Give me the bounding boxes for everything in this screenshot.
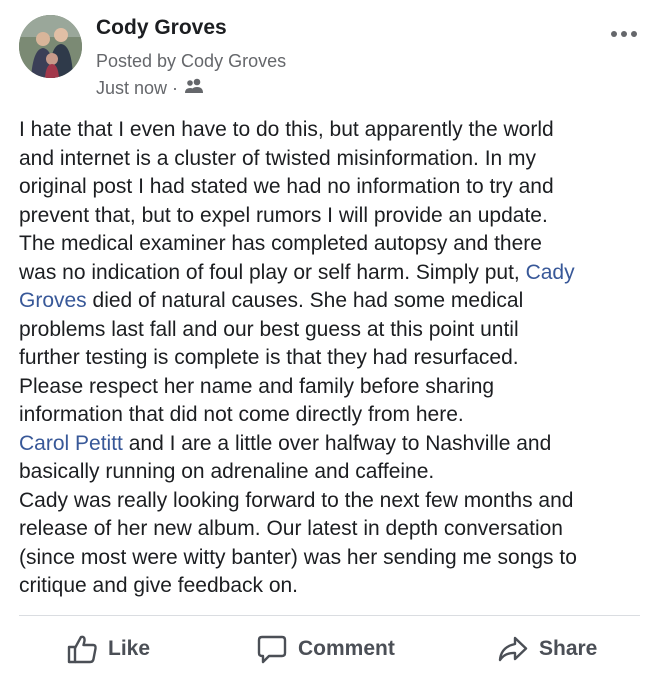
share-arrow-icon (498, 636, 528, 662)
post-body: I hate that I even have to do this, but … (19, 116, 649, 601)
body-line: Carol Petitt and I are a little over hal… (19, 430, 649, 459)
comment-button[interactable]: Comment (256, 632, 395, 666)
share-button[interactable]: Share (497, 632, 597, 666)
mention-cady-groves[interactable]: Cady (526, 261, 575, 284)
separator-dot: · (172, 78, 179, 98)
like-button[interactable]: Like (66, 632, 150, 666)
body-line: Groves died of natural causes. She had s… (19, 287, 649, 316)
avatar[interactable] (19, 15, 82, 78)
comment-label: Comment (298, 637, 395, 660)
posted-by-label: Posted by Cody Groves (96, 51, 287, 71)
thumbs-up-icon (67, 635, 97, 664)
body-line: Cady was really looking forward to the n… (19, 488, 574, 512)
body-line: problems last fall and our best guess at… (19, 317, 519, 341)
friends-group-icon[interactable] (184, 78, 204, 99)
comment-bubble-icon (257, 635, 287, 664)
body-line: original post I had stated we had no inf… (19, 175, 554, 198)
author-name[interactable]: Cody Groves (96, 16, 227, 40)
body-line: basically running on adrenaline and caff… (19, 460, 435, 483)
timestamp[interactable]: Just now (96, 78, 167, 99)
body-line: further testing is complete is that they… (19, 346, 519, 369)
body-line: Please respect her name and family befor… (19, 374, 495, 398)
body-line: I hate that I even have to do this, but … (19, 118, 554, 141)
post-actions-bar: Like Comment Share (0, 616, 659, 680)
mention-cady-groves-cont[interactable]: Groves (19, 289, 87, 312)
body-line: information that did not come directly f… (19, 403, 464, 426)
body-line: The medical examiner has completed autop… (19, 232, 542, 255)
share-label: Share (539, 637, 598, 660)
body-line: was no indication of foul play or self h… (19, 259, 649, 288)
mention-carol-petitt[interactable]: Carol Petitt (19, 432, 123, 455)
like-label: Like (108, 637, 151, 660)
body-line: prevent that, but to expel rumors I will… (19, 203, 548, 227)
body-text-segment: and I are a little over halfway to Nashv… (122, 431, 552, 455)
body-text-segment: was no indication of foul play or self h… (19, 260, 526, 284)
body-line: release of her new album. Our latest in … (19, 517, 563, 540)
body-line: and internet is a cluster of twisted mis… (19, 146, 537, 170)
body-line: critique and give feedback on. (19, 574, 299, 597)
post-header: Cody Groves Posted by Cody Groves Just n… (0, 0, 659, 110)
body-text-segment: died of natural causes. She had some med… (86, 289, 524, 312)
more-options-icon[interactable] (609, 26, 639, 37)
body-line: (since most were witty banter) was her s… (19, 545, 577, 569)
post-meta: Just now · (96, 78, 204, 99)
